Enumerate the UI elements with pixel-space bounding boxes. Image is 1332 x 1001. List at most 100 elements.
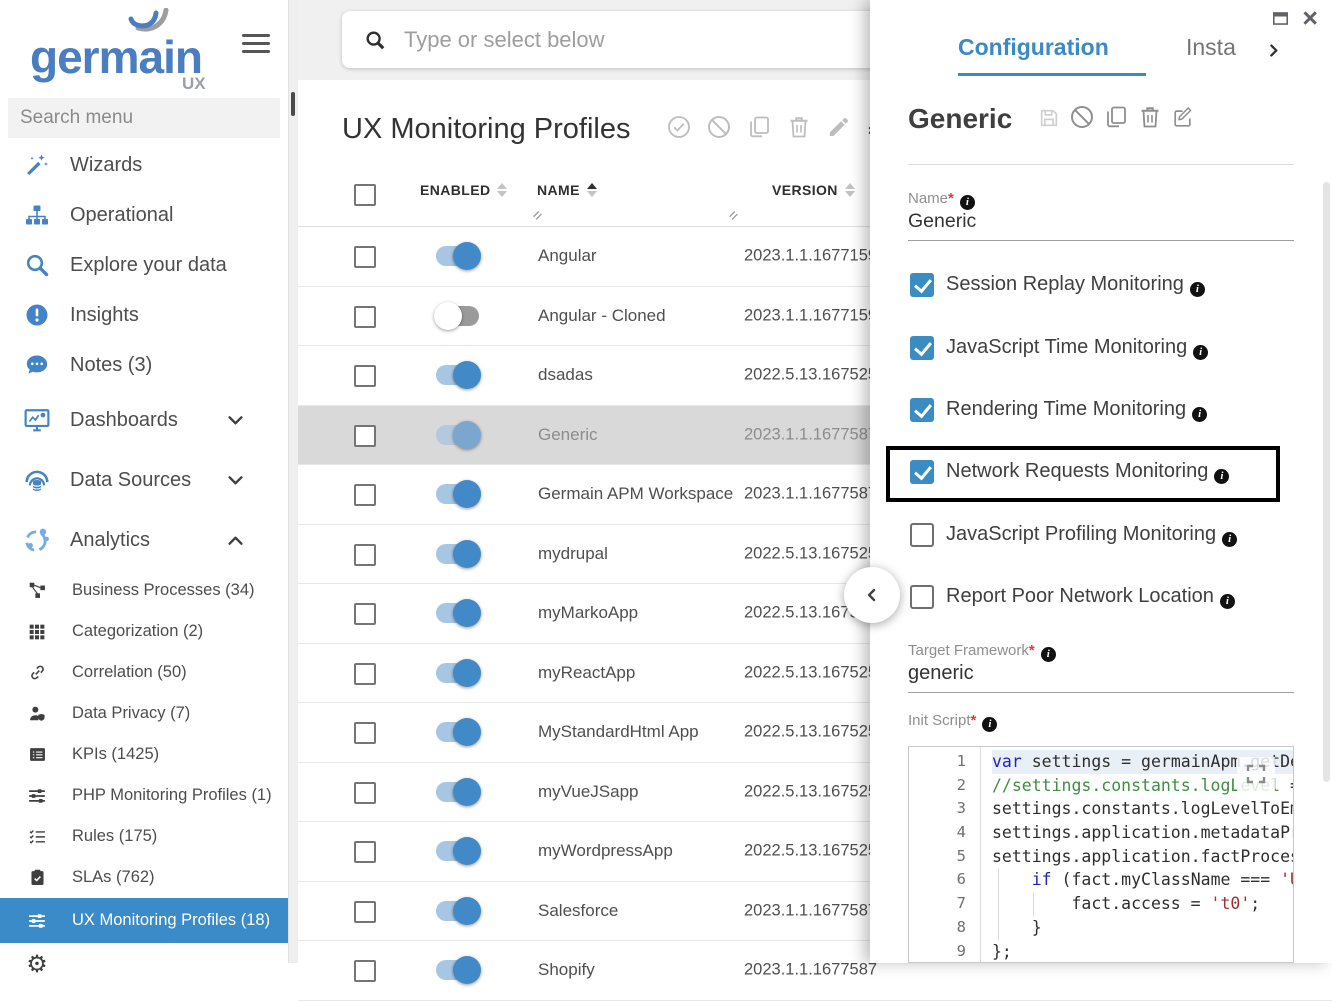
- row-checkbox[interactable]: [354, 722, 376, 744]
- trash-icon[interactable]: [787, 115, 811, 139]
- sidebar-item-dashboards[interactable]: Dashboards: [0, 390, 288, 450]
- copy-icon[interactable]: [747, 115, 771, 139]
- enabled-toggle[interactable]: [436, 425, 479, 445]
- sidebar-scrollbar[interactable]: [288, 0, 298, 963]
- indent-guide: [1033, 893, 1034, 916]
- sidebar-item-explore-your-data[interactable]: Explore your data: [0, 240, 288, 290]
- edit-icon[interactable]: [1172, 107, 1194, 129]
- column-header-name[interactable]: NAME: [537, 182, 597, 198]
- enabled-toggle[interactable]: [436, 603, 479, 623]
- enabled-toggle[interactable]: [436, 722, 479, 742]
- sidebar-item-rules[interactable]: Rules (175): [0, 816, 288, 857]
- hamburger-menu-icon[interactable]: [242, 34, 270, 56]
- row-checkbox[interactable]: [354, 901, 376, 923]
- close-icon[interactable]: ×: [1302, 8, 1318, 28]
- column-resize-grip[interactable]: [530, 208, 544, 227]
- sidebar-item-correlation[interactable]: Correlation (50): [0, 652, 288, 693]
- row-checkbox[interactable]: [354, 603, 376, 625]
- checkbox-report-poor-network-location[interactable]: [910, 585, 934, 609]
- profile-version: 2023.1.1.1677159.: [744, 247, 882, 266]
- sidebar-scrollbar-thumb[interactable]: [291, 92, 295, 116]
- ban-icon[interactable]: [1070, 105, 1094, 129]
- sidebar-item-ux-monitoring-profiles[interactable]: UX Monitoring Profiles (18): [0, 898, 288, 943]
- sidebar-item-data-privacy[interactable]: Data Privacy (7): [0, 693, 288, 734]
- column-header-version[interactable]: VERSION: [772, 182, 855, 198]
- enabled-toggle[interactable]: [436, 782, 479, 802]
- enabled-toggle[interactable]: [436, 663, 479, 683]
- info-icon[interactable]: i: [960, 195, 975, 210]
- row-checkbox[interactable]: [354, 841, 376, 863]
- brand-text: germain: [30, 30, 202, 84]
- init-script-editor[interactable]: 123456789 var settings = germainApm.getD…: [908, 746, 1294, 963]
- select-all-checkbox[interactable]: [354, 184, 376, 206]
- checkbox-session-replay-monitoring[interactable]: [910, 273, 934, 297]
- sidebar-item-analytics[interactable]: Analytics: [0, 510, 288, 570]
- name-field-label: Name*i: [908, 190, 975, 210]
- row-checkbox[interactable]: [354, 960, 376, 982]
- checkbox-javascript-time-monitoring[interactable]: [910, 336, 934, 360]
- row-checkbox[interactable]: [354, 782, 376, 804]
- option-row-report-poor-network-location: Report Poor Network Locationi: [870, 566, 1332, 628]
- info-icon[interactable]: i: [982, 717, 997, 732]
- target-framework-value[interactable]: generic: [908, 662, 974, 685]
- tab-installation[interactable]: Insta: [1186, 34, 1236, 61]
- sidebar-item-php-monitoring-profiles[interactable]: PHP Monitoring Profiles (1): [0, 775, 288, 816]
- pencil-icon[interactable]: [827, 115, 851, 139]
- enabled-toggle[interactable]: [436, 246, 479, 266]
- sidebar-item-slas[interactable]: SLAs (762): [0, 857, 288, 898]
- info-icon[interactable]: i: [1214, 469, 1229, 484]
- enabled-toggle[interactable]: [436, 306, 479, 326]
- collapse-panel-button[interactable]: [844, 567, 900, 623]
- copy-icon[interactable]: [1104, 105, 1128, 129]
- panel-scrollbar-thumb[interactable]: [1323, 182, 1330, 782]
- enabled-toggle[interactable]: [436, 365, 479, 385]
- row-checkbox[interactable]: [354, 365, 376, 387]
- row-checkbox[interactable]: [354, 663, 376, 685]
- ban-icon[interactable]: [707, 115, 731, 139]
- info-icon[interactable]: i: [1190, 282, 1205, 297]
- enabled-toggle[interactable]: [436, 960, 479, 980]
- check-circle-icon[interactable]: [667, 115, 691, 139]
- row-checkbox[interactable]: [354, 544, 376, 566]
- info-icon[interactable]: i: [1222, 532, 1237, 547]
- sidebar-item-notes[interactable]: Notes (3): [0, 340, 288, 390]
- trash-icon[interactable]: [1138, 105, 1162, 129]
- column-resize-grip[interactable]: [726, 208, 740, 227]
- chevron-left-icon: [862, 585, 882, 605]
- row-checkbox[interactable]: [354, 246, 376, 268]
- name-field-value[interactable]: Generic: [908, 210, 976, 233]
- chevron-up-icon: [220, 531, 250, 550]
- sidebar-item-data-sources[interactable]: Data Sources: [0, 450, 288, 510]
- info-icon[interactable]: i: [1193, 345, 1208, 360]
- enabled-toggle[interactable]: [436, 901, 479, 921]
- sidebar-search-input[interactable]: [8, 98, 304, 138]
- sidebar-item-kpis[interactable]: KPIs (1425): [0, 734, 288, 775]
- sidebar-item-wizards[interactable]: Wizards: [0, 140, 288, 190]
- sidebar-item-business-processes[interactable]: Business Processes (34): [0, 570, 288, 611]
- sidebar-item-insights[interactable]: Insights: [0, 290, 288, 340]
- row-checkbox[interactable]: [354, 425, 376, 447]
- germain-logo[interactable]: germain UX: [30, 8, 220, 92]
- sidebar-item-item[interactable]: ⚙: [0, 943, 288, 984]
- sidebar-item-operational[interactable]: Operational: [0, 190, 288, 240]
- checkbox-label: Rendering Time Monitoringi: [946, 398, 1207, 422]
- row-checkbox[interactable]: [354, 306, 376, 328]
- chevron-right-icon[interactable]: [1265, 42, 1282, 59]
- tab-configuration[interactable]: Configuration: [958, 34, 1109, 61]
- row-checkbox[interactable]: [354, 484, 376, 506]
- enabled-toggle[interactable]: [436, 544, 479, 564]
- expand-editor-icon[interactable]: [1237, 757, 1275, 791]
- checkbox-network-requests-monitoring[interactable]: [910, 460, 934, 484]
- info-icon[interactable]: i: [1220, 594, 1235, 609]
- sidebar-item-categorization[interactable]: Categorization (2): [0, 611, 288, 652]
- checkbox-rendering-time-monitoring[interactable]: [910, 398, 934, 422]
- info-icon[interactable]: i: [1041, 647, 1056, 662]
- save-icon[interactable]: [1038, 107, 1060, 129]
- sidebar-item-label: Data Privacy (7): [72, 704, 190, 723]
- column-header-enabled[interactable]: ENABLED: [420, 182, 507, 198]
- enabled-toggle[interactable]: [436, 484, 479, 504]
- checkbox-javascript-profiling-monitoring[interactable]: [910, 523, 934, 547]
- info-icon[interactable]: i: [1192, 407, 1207, 422]
- enabled-toggle[interactable]: [436, 841, 479, 861]
- restore-window-icon[interactable]: [1271, 9, 1290, 28]
